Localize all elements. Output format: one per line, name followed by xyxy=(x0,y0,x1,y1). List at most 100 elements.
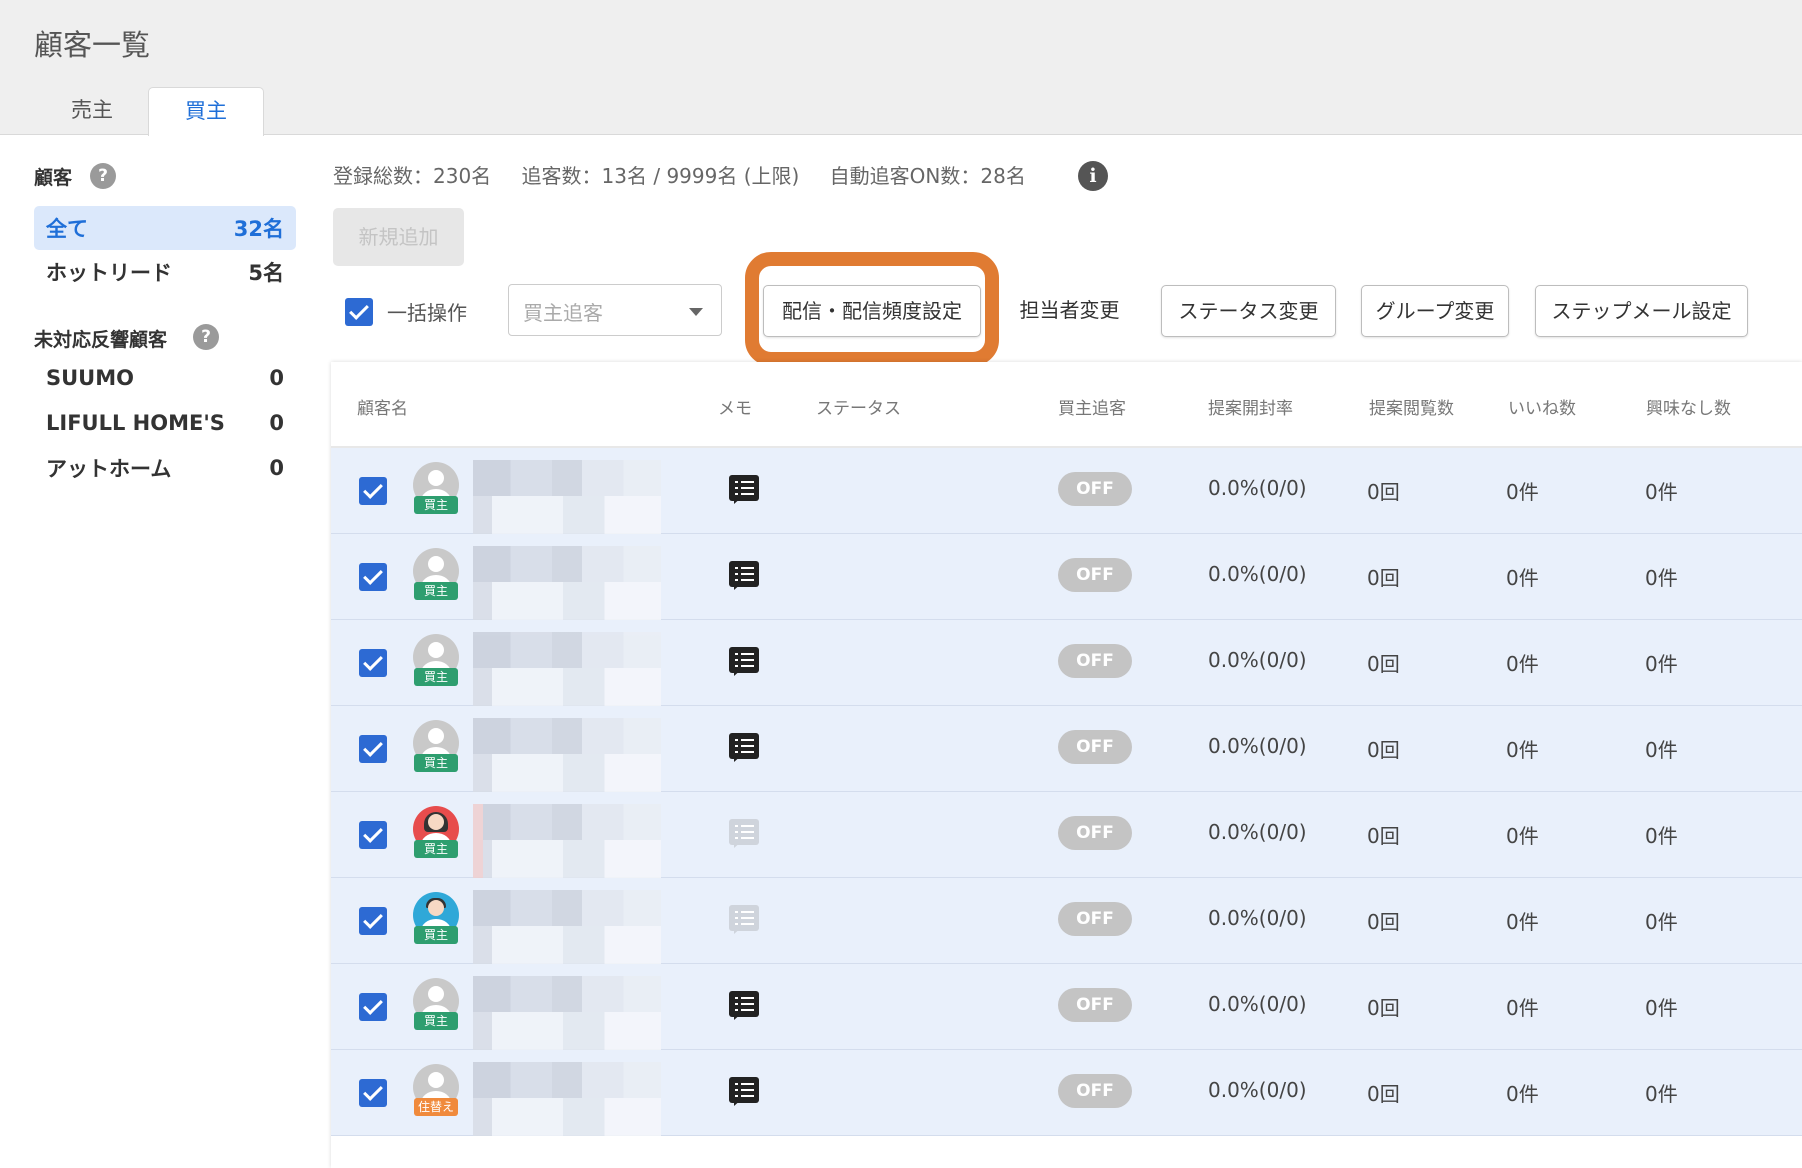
views-cell: 0回 xyxy=(1367,566,1400,590)
buyer-tracking-toggle[interactable]: OFF xyxy=(1058,558,1132,592)
customer-name-redacted[interactable] xyxy=(473,460,661,534)
dislikes-cell: 0件 xyxy=(1645,480,1678,504)
top-bar: 顧客一覧 売主 買主 xyxy=(0,0,1802,136)
customer-name-redacted[interactable] xyxy=(473,546,661,620)
customer-table: 顧客名 メモ ステータス 買主追客 提案開封率 提案閲覧数 いいね数 興味なし数… xyxy=(331,362,1802,1168)
sidebar-item-label: SUUMO xyxy=(46,366,134,390)
sidebar-item-label: アットホーム xyxy=(46,457,172,481)
open-rate-cell: 0.0%(0/0) xyxy=(1208,1078,1307,1102)
col-header-dislikes[interactable]: 興味なし数 xyxy=(1646,394,1731,419)
customer-name-redacted[interactable] xyxy=(473,632,661,706)
row-checkbox[interactable] xyxy=(359,821,387,849)
customer-name-redacted[interactable] xyxy=(473,1062,661,1136)
customer-name-redacted[interactable] xyxy=(473,718,661,792)
likes-cell: 0件 xyxy=(1506,480,1539,504)
memo-icon[interactable] xyxy=(729,733,759,762)
views-cell: 0回 xyxy=(1367,480,1400,504)
customer-type-badge: 買主 xyxy=(414,926,458,944)
col-header-buyer-tracking[interactable]: 買主追客 xyxy=(1058,394,1126,419)
table-row[interactable]: 買主 OFF 0.0%(0/0) 0回 0件 0件 xyxy=(331,534,1802,620)
help-icon[interactable]: ? xyxy=(193,324,219,350)
customers-heading: 顧客 xyxy=(34,167,73,189)
step-mail-settings-button[interactable]: ステップメール設定 xyxy=(1535,285,1748,337)
row-checkbox[interactable] xyxy=(359,907,387,935)
views-cell: 0回 xyxy=(1367,824,1400,848)
views-cell: 0回 xyxy=(1367,1082,1400,1106)
buyer-tracking-toggle[interactable]: OFF xyxy=(1058,472,1132,506)
sidebar-item-count: 5名 xyxy=(248,261,284,285)
col-header-views[interactable]: 提案閲覧数 xyxy=(1369,394,1454,419)
col-header-memo[interactable]: メモ xyxy=(718,394,752,419)
change-group-button[interactable]: グループ変更 xyxy=(1361,285,1509,337)
memo-icon[interactable] xyxy=(729,991,759,1020)
change-status-button[interactable]: ステータス変更 xyxy=(1161,285,1336,337)
buyer-tracking-toggle[interactable]: OFF xyxy=(1058,816,1132,850)
help-icon[interactable]: ? xyxy=(90,163,116,189)
bulk-select-checkbox[interactable] xyxy=(345,298,373,326)
memo-icon[interactable] xyxy=(729,475,759,504)
col-header-status[interactable]: ステータス xyxy=(816,394,901,419)
buyer-tracking-toggle[interactable]: OFF xyxy=(1058,902,1132,936)
sidebar-item-label: LIFULL HOME'S xyxy=(46,411,225,435)
sidebar-item-athome[interactable]: アットホーム 0 xyxy=(34,446,296,490)
select-placeholder: 買主追客 xyxy=(523,301,603,325)
views-cell: 0回 xyxy=(1367,910,1400,934)
auto-count: 自動追客ON数：28名 xyxy=(829,164,1026,188)
table-row[interactable]: 買主 OFF 0.0%(0/0) 0回 0件 0件 xyxy=(331,792,1802,878)
memo-icon[interactable] xyxy=(729,647,759,676)
row-checkbox[interactable] xyxy=(359,1079,387,1107)
likes-cell: 0件 xyxy=(1506,824,1539,848)
table-row[interactable]: 買主 OFF 0.0%(0/0) 0回 0件 0件 xyxy=(331,620,1802,706)
table-row[interactable]: 買主 OFF 0.0%(0/0) 0回 0件 0件 xyxy=(331,448,1802,534)
col-header-open-rate[interactable]: 提案開封率 xyxy=(1208,394,1293,419)
open-rate-cell: 0.0%(0/0) xyxy=(1208,648,1307,672)
row-checkbox[interactable] xyxy=(359,563,387,591)
memo-icon[interactable] xyxy=(729,1077,759,1106)
sidebar-item-count: 0 xyxy=(269,366,284,390)
customer-name-redacted[interactable] xyxy=(473,890,661,964)
col-header-likes[interactable]: いいね数 xyxy=(1508,394,1576,419)
likes-cell: 0件 xyxy=(1506,996,1539,1020)
row-checkbox[interactable] xyxy=(359,735,387,763)
memo-icon[interactable] xyxy=(729,561,759,590)
buyer-tracking-toggle[interactable]: OFF xyxy=(1058,988,1132,1022)
customer-name-redacted[interactable] xyxy=(473,804,661,878)
total-count: 登録総数：230名 xyxy=(333,164,492,188)
col-header-name[interactable]: 顧客名 xyxy=(357,394,408,419)
customer-name-redacted[interactable] xyxy=(473,976,661,1050)
table-row[interactable]: 住替え OFF 0.0%(0/0) 0回 0件 0件 xyxy=(331,1050,1802,1136)
memo-icon[interactable] xyxy=(729,905,759,934)
info-icon[interactable]: i xyxy=(1078,161,1108,191)
dislikes-cell: 0件 xyxy=(1645,996,1678,1020)
open-rate-cell: 0.0%(0/0) xyxy=(1208,734,1307,758)
sidebar-item-suumo[interactable]: SUUMO 0 xyxy=(34,356,296,400)
open-rate-cell: 0.0%(0/0) xyxy=(1208,992,1307,1016)
likes-cell: 0件 xyxy=(1506,652,1539,676)
open-rate-cell: 0.0%(0/0) xyxy=(1208,476,1307,500)
buyer-tracking-toggle[interactable]: OFF xyxy=(1058,644,1132,678)
new-customer-button[interactable]: 新規追加 xyxy=(333,208,464,266)
sidebar-item-all[interactable]: 全て 32名 xyxy=(34,206,296,250)
tab-seller[interactable]: 売主 xyxy=(40,87,144,134)
memo-icon[interactable] xyxy=(729,819,759,848)
stats-bar: 登録総数：230名 追客数：13名 / 9999名 (上限) 自動追客ON数：2… xyxy=(333,160,1050,189)
tracking-count: 追客数：13名 / 9999名 (上限) xyxy=(521,164,800,188)
row-checkbox[interactable] xyxy=(359,477,387,505)
sidebar-item-hotlead[interactable]: ホットリード 5名 xyxy=(34,250,296,294)
bulk-operation-label: 一括操作 xyxy=(387,301,467,325)
row-checkbox[interactable] xyxy=(359,649,387,677)
open-rate-cell: 0.0%(0/0) xyxy=(1208,562,1307,586)
buyer-tracking-select[interactable]: 買主追客 xyxy=(508,284,722,336)
table-row[interactable]: 買主 OFF 0.0%(0/0) 0回 0件 0件 xyxy=(331,964,1802,1050)
change-assignee-button[interactable]: 担当者変更 xyxy=(1003,285,1136,337)
sidebar-item-lifull[interactable]: LIFULL HOME'S 0 xyxy=(34,401,296,445)
buyer-tracking-toggle[interactable]: OFF xyxy=(1058,730,1132,764)
tab-buyer[interactable]: 買主 xyxy=(148,87,264,136)
row-checkbox[interactable] xyxy=(359,993,387,1021)
table-row[interactable]: 買主 OFF 0.0%(0/0) 0回 0件 0件 xyxy=(331,878,1802,964)
table-row[interactable]: 買主 OFF 0.0%(0/0) 0回 0件 0件 xyxy=(331,706,1802,792)
dislikes-cell: 0件 xyxy=(1645,824,1678,848)
customer-type-badge: 買主 xyxy=(414,1012,458,1030)
chevron-down-icon xyxy=(689,308,703,316)
buyer-tracking-toggle[interactable]: OFF xyxy=(1058,1074,1132,1108)
